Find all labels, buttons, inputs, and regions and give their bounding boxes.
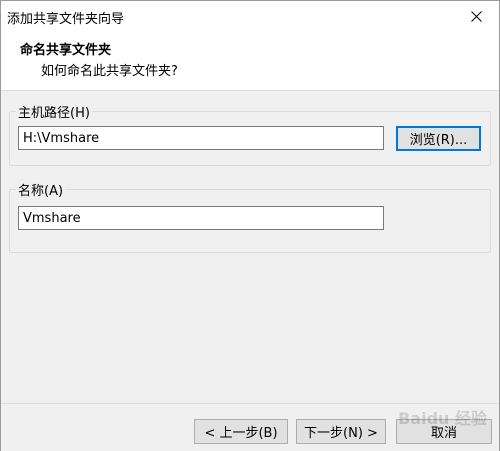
host-path-input[interactable] <box>18 126 384 150</box>
wizard-footer: < 上一步(B) 下一步(N) > 取消 Baidu 经验 <box>1 403 499 451</box>
page-subtitle: 如何命名此共享文件夹? <box>41 64 178 79</box>
host-path-group: 主机路径(H) 浏览(R)... <box>9 102 491 166</box>
title-bar: 添加共享文件夹向导 <box>1 1 499 31</box>
name-input[interactable] <box>18 206 384 230</box>
watermark: Baidu 经验 <box>398 409 487 428</box>
host-path-label: 主机路径(H) <box>16 102 92 121</box>
window-title: 添加共享文件夹向导 <box>7 12 125 27</box>
wizard-header: 命名共享文件夹 如何命名此共享文件夹? <box>1 31 499 91</box>
close-icon <box>470 10 482 22</box>
page-title: 命名共享文件夹 <box>20 43 112 58</box>
next-button[interactable]: 下一步(N) > <box>296 419 386 444</box>
wizard-content: 主机路径(H) 浏览(R)... 名称(A) <box>1 91 499 403</box>
close-button[interactable] <box>453 1 499 31</box>
wizard-window: 添加共享文件夹向导 命名共享文件夹 如何命名此共享文件夹? 主机路径(H) 浏览… <box>0 0 500 451</box>
browse-button[interactable]: 浏览(R)... <box>396 126 481 151</box>
back-button[interactable]: < 上一步(B) <box>194 419 288 444</box>
name-group: 名称(A) <box>9 180 491 253</box>
name-label: 名称(A) <box>16 180 66 199</box>
